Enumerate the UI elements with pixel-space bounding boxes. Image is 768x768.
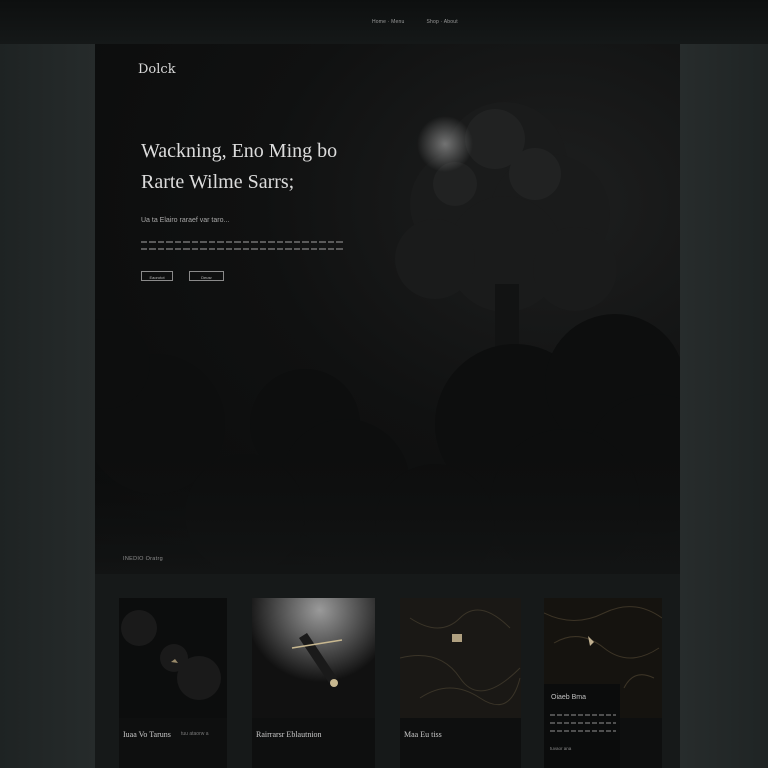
top-bar: Home · Menu Shop · About	[0, 0, 768, 45]
card-3-image	[400, 598, 521, 718]
headline-line-1: Wackning, Eno Ming bo	[141, 140, 338, 162]
headline-line-2: Rarte Wilme Sarrs;	[141, 171, 295, 193]
hero-body-text	[141, 241, 343, 255]
card-2-title: Rairrarsr Eblautnion	[256, 730, 322, 739]
nav-item-1[interactable]: Home · Menu	[372, 19, 405, 25]
card-4[interactable]: Oiaeb Bma tuvaor ana	[544, 598, 662, 768]
card-4-panel: Oiaeb Bma tuvaor ana	[544, 684, 620, 768]
card-1[interactable]: Iuaa Vo Taruns tuu ataorw a	[119, 598, 227, 768]
card-2-image	[252, 598, 375, 718]
secondary-button[interactable]: Deusr	[189, 271, 224, 281]
hero-footer-label: INEDIO Oratrg	[123, 556, 163, 562]
card-1-meta: tuu ataorw a	[181, 731, 209, 737]
hero-headline: Wackning, Eno Ming bo Rarte Wilme Sarrs;	[141, 136, 441, 198]
cards-section: Iuaa Vo Taruns tuu ataorw a Rairrarsr Eb…	[95, 574, 680, 768]
primary-button[interactable]: Eaorotot	[141, 271, 173, 281]
card-1-title: Iuaa Vo Taruns	[123, 730, 171, 739]
hero-subhead: Ua ta Elairo raraef var taro...	[141, 217, 230, 224]
right-gutter	[680, 44, 768, 768]
card-3-title: Maa Eu tiss	[404, 730, 442, 739]
top-nav: Home · Menu Shop · About	[372, 19, 458, 25]
card-4-body-text	[550, 714, 616, 738]
nav-item-2[interactable]: Shop · About	[427, 19, 458, 25]
card-3[interactable]: Maa Eu tiss	[400, 598, 521, 768]
brand-logo[interactable]: Dolck	[138, 62, 176, 77]
hero-section: Dolck Wackning, Eno Ming bo Rarte Wilme …	[95, 44, 680, 574]
card-4-meta: tuvaor ana	[550, 746, 572, 751]
left-gutter	[0, 44, 95, 768]
card-4-title: Oiaeb Bma	[551, 694, 587, 701]
card-1-image	[119, 598, 227, 718]
card-2[interactable]: Rairrarsr Eblautnion	[252, 598, 375, 768]
forest-illustration	[95, 102, 680, 574]
